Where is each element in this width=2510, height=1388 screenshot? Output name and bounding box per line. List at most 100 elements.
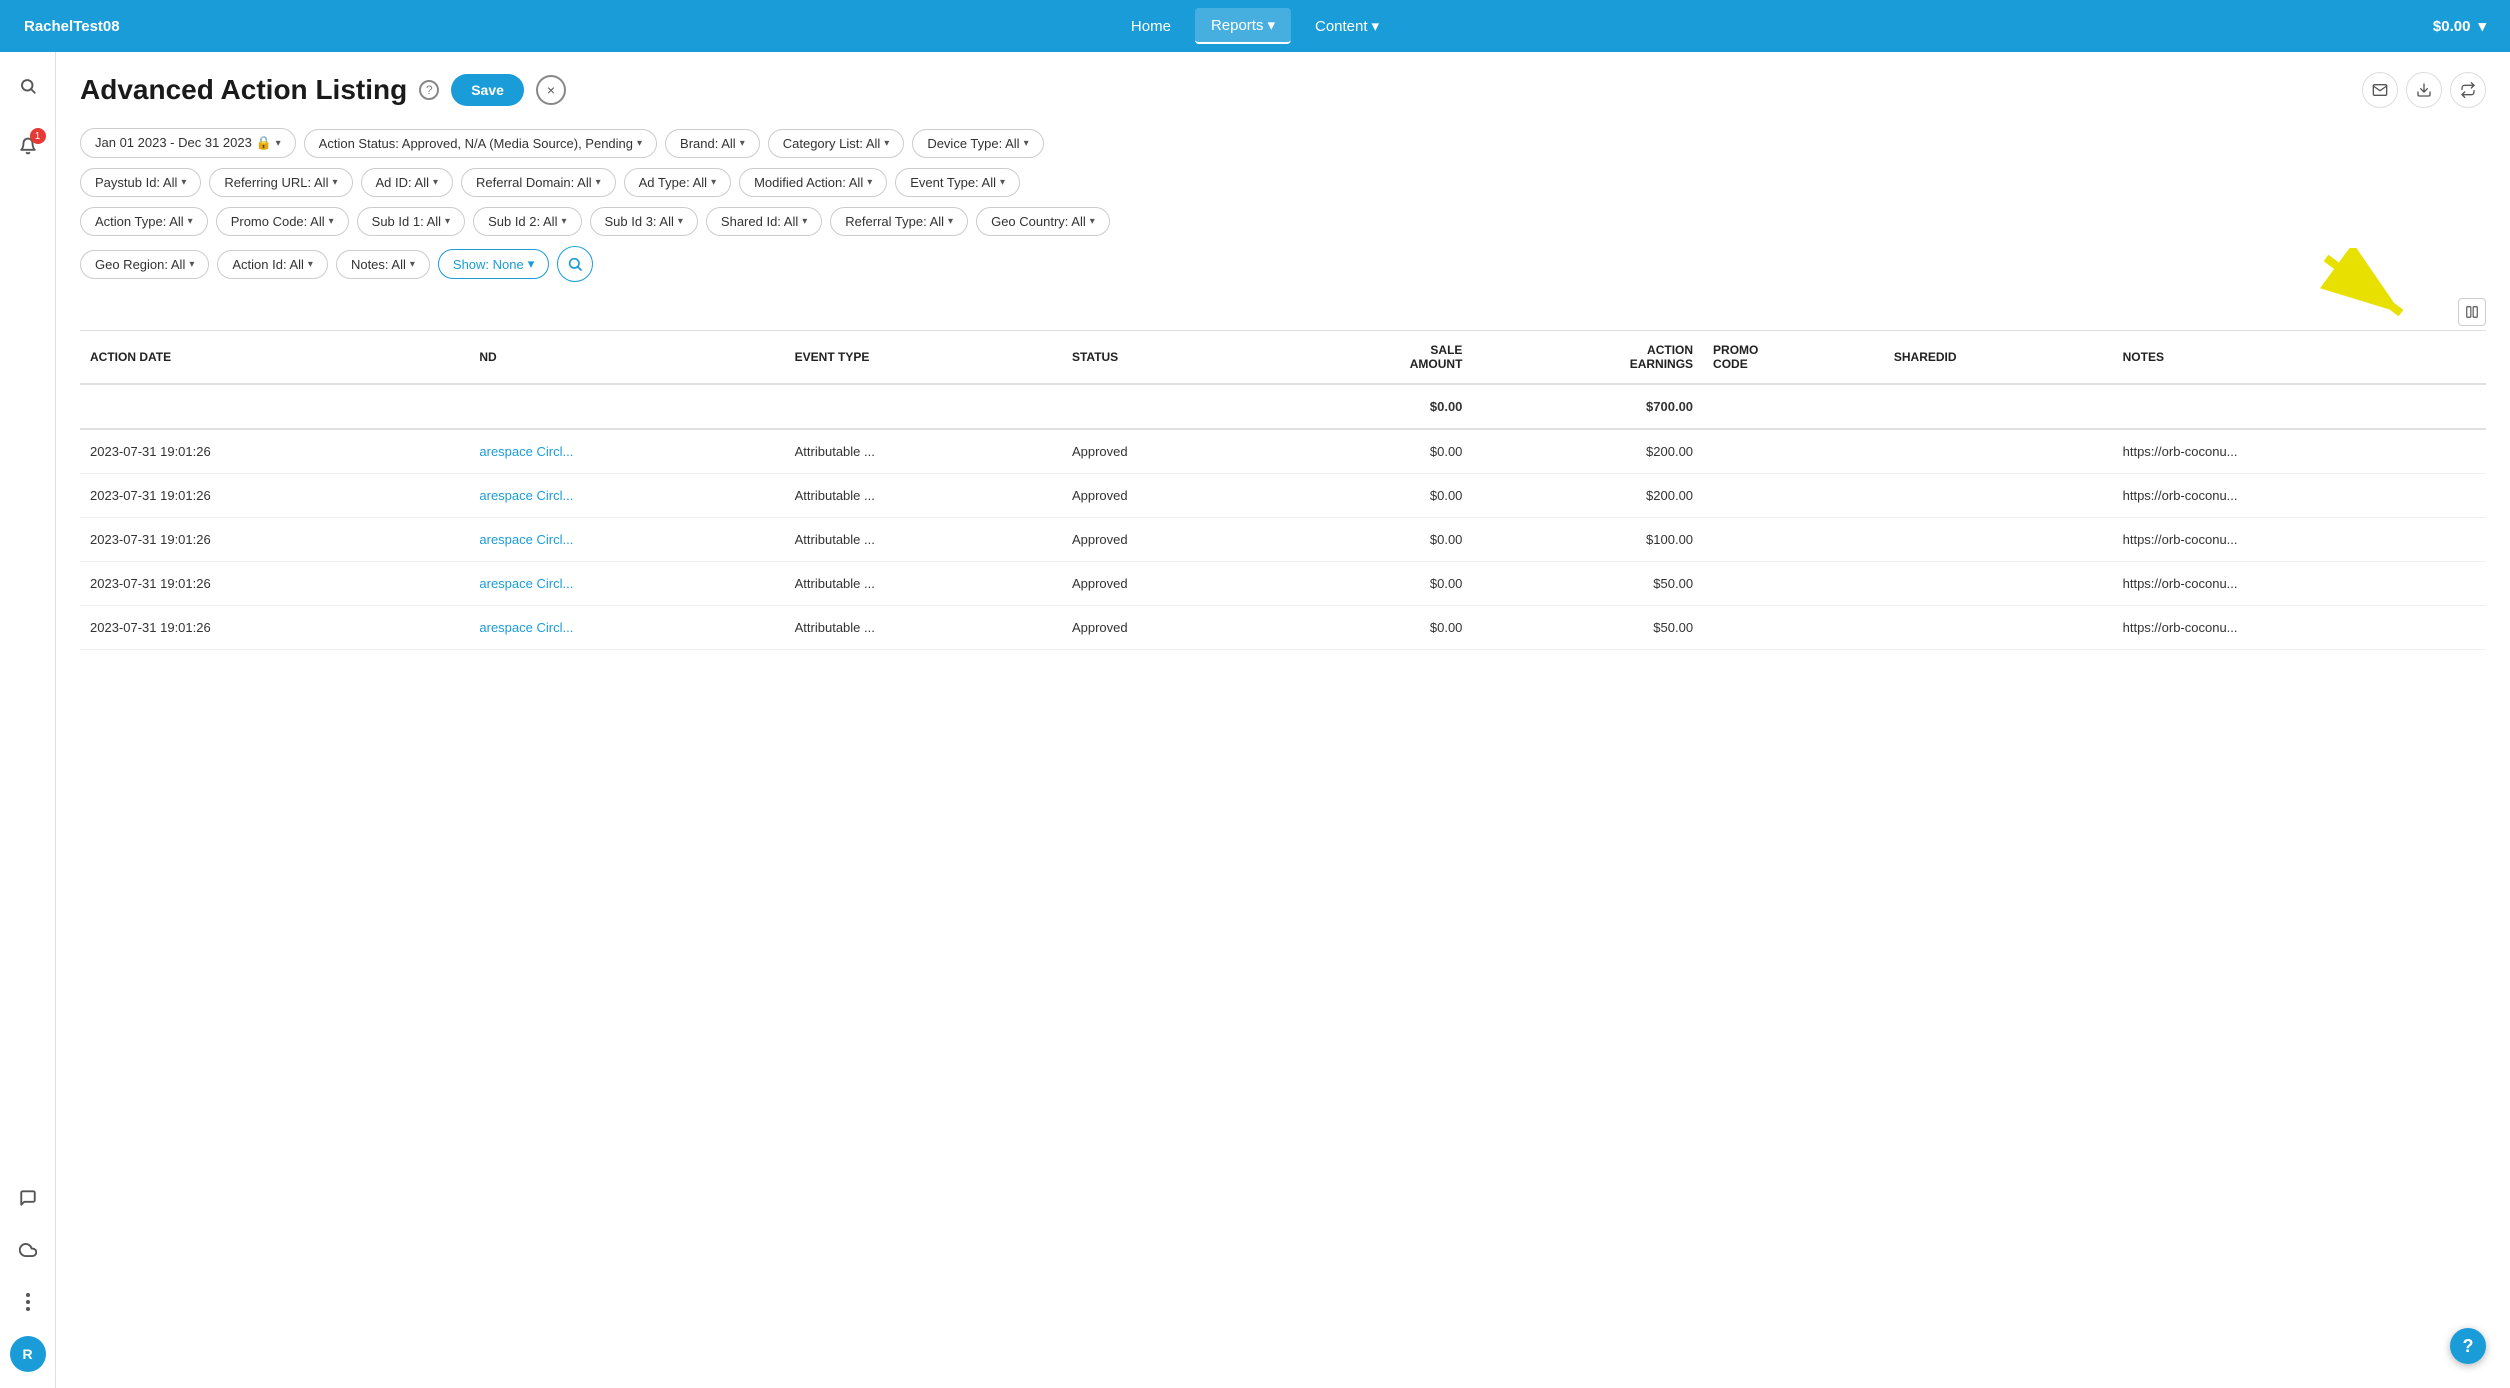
chevron-down-icon: ▾ bbox=[1372, 17, 1380, 35]
nav-home[interactable]: Home bbox=[1115, 10, 1187, 43]
chevron-down-icon: ▾ bbox=[1090, 216, 1095, 227]
table-section: ACTION DATE ND EVENT TYPE STATUS SALEAMO… bbox=[80, 298, 2486, 650]
page-header: Advanced Action Listing ? Save × bbox=[80, 72, 2486, 108]
chevron-down-icon: ▾ bbox=[884, 138, 889, 149]
help-bubble[interactable]: ? bbox=[2450, 1328, 2486, 1364]
device-type-filter[interactable]: Device Type: All ▾ bbox=[912, 129, 1043, 158]
totals-row: $0.00 $700.00 bbox=[80, 384, 2486, 429]
apply-search-button[interactable] bbox=[557, 246, 593, 282]
brand-filter[interactable]: Brand: All ▾ bbox=[665, 129, 760, 158]
chevron-down-icon: ▾ bbox=[189, 259, 194, 270]
notes-filter[interactable]: Notes: All ▾ bbox=[336, 250, 430, 279]
filter-section: Jan 01 2023 - Dec 31 2023 🔒 ▾ Action Sta… bbox=[80, 128, 2486, 282]
more-options-icon[interactable] bbox=[10, 1284, 46, 1320]
chevron-down-icon: ▾ bbox=[2478, 17, 2486, 35]
nav-balance[interactable]: $0.00 ▾ bbox=[2433, 17, 2486, 35]
ad-id-filter[interactable]: Ad ID: All ▾ bbox=[361, 168, 454, 197]
filter-row-3: Action Type: All ▾ Promo Code: All ▾ Sub… bbox=[80, 207, 2486, 236]
table-row: 2023-07-31 19:01:26 arespace Circl... At… bbox=[80, 474, 2486, 518]
table-header: ACTION DATE ND EVENT TYPE STATUS SALEAMO… bbox=[80, 331, 2486, 385]
content-area: Advanced Action Listing ? Save × bbox=[56, 52, 2510, 1388]
nav-reports[interactable]: Reports ▾ bbox=[1195, 8, 1291, 44]
filter-row-4: Geo Region: All ▾ Action Id: All ▾ Notes… bbox=[80, 246, 2486, 282]
table-row: 2023-07-31 19:01:26 arespace Circl... At… bbox=[80, 562, 2486, 606]
col-brand: ND bbox=[469, 331, 784, 385]
referral-type-filter[interactable]: Referral Type: All ▾ bbox=[830, 207, 968, 236]
promo-code-filter[interactable]: Promo Code: All ▾ bbox=[216, 207, 349, 236]
sub-id-1-filter[interactable]: Sub Id 1: All ▾ bbox=[357, 207, 465, 236]
chevron-down-icon: ▾ bbox=[678, 216, 683, 227]
chevron-down-icon: ▾ bbox=[528, 256, 535, 272]
cloud-icon[interactable] bbox=[10, 1232, 46, 1268]
chevron-down-icon: ▾ bbox=[711, 177, 716, 188]
chevron-down-icon: ▾ bbox=[308, 259, 313, 270]
data-table: ACTION DATE ND EVENT TYPE STATUS SALEAMO… bbox=[80, 330, 2486, 650]
col-sharedid: SHAREDID bbox=[1884, 331, 2113, 385]
ad-type-filter[interactable]: Ad Type: All ▾ bbox=[624, 168, 731, 197]
chevron-down-icon: ▾ bbox=[740, 138, 745, 149]
show-filter[interactable]: Show: None ▾ bbox=[438, 249, 549, 279]
chevron-down-icon: ▾ bbox=[948, 216, 953, 227]
filter-row-2: Paystub Id: All ▾ Referring URL: All ▾ A… bbox=[80, 168, 2486, 197]
share-icon[interactable] bbox=[2450, 72, 2486, 108]
avatar[interactable]: R bbox=[10, 1336, 46, 1372]
event-type-filter[interactable]: Event Type: All ▾ bbox=[895, 168, 1020, 197]
action-status-filter[interactable]: Action Status: Approved, N/A (Media Sour… bbox=[304, 129, 657, 158]
sub-id-2-filter[interactable]: Sub Id 2: All ▾ bbox=[473, 207, 581, 236]
geo-country-filter[interactable]: Geo Country: All ▾ bbox=[976, 207, 1110, 236]
action-id-filter[interactable]: Action Id: All ▾ bbox=[217, 250, 328, 279]
nav-content[interactable]: Content ▾ bbox=[1299, 9, 1395, 43]
col-status: STATUS bbox=[1062, 331, 1271, 385]
chat-icon[interactable] bbox=[10, 1180, 46, 1216]
col-action-earnings: ACTIONEARNINGS bbox=[1472, 331, 1703, 385]
date-range-filter[interactable]: Jan 01 2023 - Dec 31 2023 🔒 ▾ bbox=[80, 128, 296, 158]
save-button[interactable]: Save bbox=[451, 74, 524, 106]
chevron-down-icon: ▾ bbox=[181, 177, 186, 188]
search-icon[interactable] bbox=[10, 68, 46, 104]
referral-domain-filter[interactable]: Referral Domain: All ▾ bbox=[461, 168, 616, 197]
download-icon[interactable] bbox=[2406, 72, 2442, 108]
chevron-down-icon: ▾ bbox=[1024, 138, 1029, 149]
chevron-down-icon: ▾ bbox=[332, 177, 337, 188]
chevron-down-icon: ▾ bbox=[276, 138, 281, 149]
close-button[interactable]: × bbox=[536, 75, 566, 105]
paystub-filter[interactable]: Paystub Id: All ▾ bbox=[80, 168, 201, 197]
chevron-down-icon: ▾ bbox=[596, 177, 601, 188]
table-body: $0.00 $700.00 2023-07-31 19:01:26 arespa… bbox=[80, 384, 2486, 650]
chevron-down-icon: ▾ bbox=[637, 138, 642, 149]
top-nav: RachelTest08 Home Reports ▾ Content ▾ $0… bbox=[0, 0, 2510, 52]
help-icon[interactable]: ? bbox=[419, 80, 439, 100]
chevron-down-icon: ▾ bbox=[445, 216, 450, 227]
filter-row-1: Jan 01 2023 - Dec 31 2023 🔒 ▾ Action Sta… bbox=[80, 128, 2486, 158]
notification-badge: 1 bbox=[30, 128, 46, 144]
geo-region-filter[interactable]: Geo Region: All ▾ bbox=[80, 250, 209, 279]
chevron-down-icon: ▾ bbox=[867, 177, 872, 188]
chevron-down-icon: ▾ bbox=[1267, 16, 1275, 34]
main-layout: 1 R Advanced Action Listing ? bbox=[0, 52, 2510, 1388]
nav-center: Home Reports ▾ Content ▾ bbox=[1115, 8, 1395, 44]
brand-label[interactable]: RachelTest08 bbox=[24, 18, 120, 35]
action-type-filter[interactable]: Action Type: All ▾ bbox=[80, 207, 208, 236]
columns-toggle-button[interactable] bbox=[2458, 298, 2486, 326]
sidebar: 1 R bbox=[0, 52, 56, 1388]
table-row: 2023-07-31 19:01:26 arespace Circl... At… bbox=[80, 429, 2486, 474]
chevron-down-icon: ▾ bbox=[1000, 177, 1005, 188]
modified-action-filter[interactable]: Modified Action: All ▾ bbox=[739, 168, 887, 197]
col-action-date: ACTION DATE bbox=[80, 331, 469, 385]
shared-id-filter[interactable]: Shared Id: All ▾ bbox=[706, 207, 822, 236]
chevron-down-icon: ▾ bbox=[802, 216, 807, 227]
chevron-down-icon: ▾ bbox=[561, 216, 566, 227]
email-icon[interactable] bbox=[2362, 72, 2398, 108]
col-sale-amount: SALEAMOUNT bbox=[1271, 331, 1472, 385]
page-title: Advanced Action Listing bbox=[80, 74, 407, 106]
col-promo-code: PROMOCODE bbox=[1703, 331, 1884, 385]
chevron-down-icon: ▾ bbox=[188, 216, 193, 227]
referring-url-filter[interactable]: Referring URL: All ▾ bbox=[209, 168, 352, 197]
sub-id-3-filter[interactable]: Sub Id 3: All ▾ bbox=[590, 207, 698, 236]
col-event-type: EVENT TYPE bbox=[785, 331, 1062, 385]
col-notes: NOTES bbox=[2113, 331, 2486, 385]
chevron-down-icon: ▾ bbox=[329, 216, 334, 227]
bell-icon[interactable]: 1 bbox=[10, 128, 46, 164]
category-list-filter[interactable]: Category List: All ▾ bbox=[768, 129, 905, 158]
chevron-down-icon: ▾ bbox=[433, 177, 438, 188]
